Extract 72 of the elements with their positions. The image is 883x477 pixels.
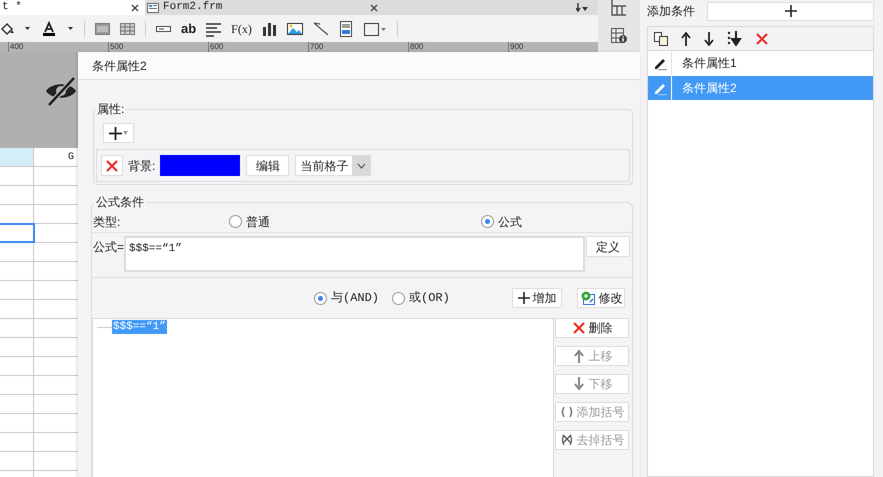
- border-icon[interactable]: [362, 20, 387, 36]
- report-block-icon[interactable]: [338, 20, 353, 36]
- plus-icon: [109, 126, 122, 140]
- bar-chart-icon[interactable]: [262, 20, 277, 36]
- radio-label: 或(OR): [409, 290, 450, 307]
- radio-button[interactable]: [314, 292, 327, 304]
- plus-icon: [784, 5, 796, 17]
- arrow-down-icon: [572, 377, 586, 391]
- define-button[interactable]: 定义: [586, 236, 630, 257]
- remove-parentheses-icon: [560, 433, 574, 447]
- remove-property-button[interactable]: [101, 155, 123, 176]
- delete-icon: [105, 158, 119, 172]
- radio-button[interactable]: [229, 215, 242, 228]
- close-icon[interactable]: [370, 4, 378, 12]
- chevron-down-icon: [356, 162, 366, 168]
- add-property-button[interactable]: [103, 123, 134, 143]
- form-file-icon: [147, 2, 159, 12]
- add-condition-label: 添加条件: [647, 2, 695, 20]
- arrow-up-icon[interactable]: [681, 32, 691, 46]
- plus-icon: [518, 292, 530, 304]
- delete-icon: [572, 321, 586, 335]
- align-left-icon[interactable]: [206, 20, 222, 36]
- ruler-label: 600: [209, 42, 224, 52]
- copy-icon[interactable]: [654, 32, 668, 46]
- type-label: 类型:: [93, 214, 120, 228]
- background-label: 背景:: [128, 158, 156, 174]
- move-to-bottom-icon[interactable]: [727, 31, 742, 46]
- column-header: G: [68, 150, 74, 164]
- ruler-label: 400: [9, 42, 24, 52]
- ruler-label: 800: [409, 42, 424, 52]
- grid-layout-icon[interactable]: [611, 0, 627, 16]
- formula-label: 公式=: [93, 239, 124, 256]
- edit-button[interactable]: 编辑: [246, 155, 290, 176]
- radio-button[interactable]: [392, 292, 405, 304]
- eye-slash-icon: [44, 74, 78, 108]
- radio-label: 与(AND): [331, 290, 380, 307]
- text-widget-icon[interactable]: ab: [181, 22, 196, 35]
- formula-input[interactable]: $$$==“1”: [124, 236, 585, 272]
- arrow-down-icon[interactable]: [704, 32, 714, 46]
- close-icon[interactable]: [131, 4, 139, 12]
- formula-icon[interactable]: F(x): [231, 22, 252, 34]
- slash-line-icon[interactable]: [312, 20, 329, 36]
- modify-button[interactable]: 修改: [577, 288, 625, 308]
- image-icon[interactable]: [286, 20, 303, 36]
- pencil-icon: [652, 56, 666, 70]
- ruler-label: 900: [509, 42, 524, 52]
- merge-cells-icon[interactable]: [95, 20, 110, 36]
- parentheses-icon: [560, 405, 574, 419]
- add-button[interactable]: 增加: [512, 288, 562, 308]
- caret-icon: [123, 131, 128, 135]
- section-legend: 公式条件: [94, 193, 146, 211]
- radio-button[interactable]: [481, 215, 494, 228]
- dropdown-list-icon[interactable]: [576, 2, 588, 14]
- paint-bucket-icon[interactable]: [0, 20, 14, 36]
- radio-label: 公式: [498, 214, 522, 230]
- dialog-title: 条件属性2: [92, 58, 147, 74]
- split-cells-icon[interactable]: [120, 20, 135, 36]
- arrow-up-icon: [572, 349, 586, 363]
- section-legend: 属性:: [95, 100, 126, 118]
- radio-label: 普通: [246, 214, 270, 230]
- cell-info-icon[interactable]: [611, 28, 627, 44]
- color-swatch[interactable]: [160, 155, 240, 176]
- scope-dropdown[interactable]: 当前格子: [295, 155, 372, 176]
- delete-icon[interactable]: [755, 32, 769, 46]
- delete-button[interactable]: 删除: [555, 318, 629, 338]
- file-tab[interactable]: t *: [0, 0, 145, 15]
- ruler-label: 700: [309, 42, 324, 52]
- font-color-icon[interactable]: [41, 20, 57, 36]
- ruler-label: 500: [109, 42, 124, 52]
- pencil-icon: [652, 81, 666, 95]
- gear-edit-icon: [580, 290, 596, 306]
- selected-cell: [0, 223, 35, 243]
